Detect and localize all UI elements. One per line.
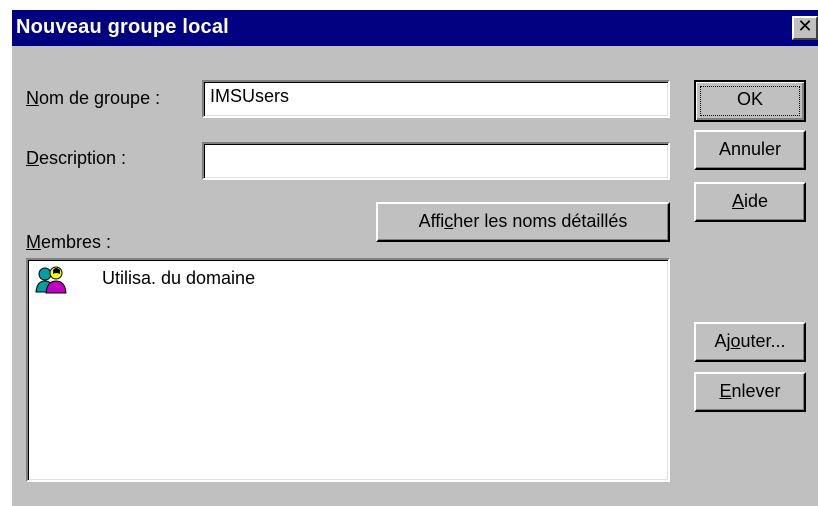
description-field[interactable]	[202, 142, 670, 180]
ok-label: OK	[736, 89, 763, 109]
remove-button[interactable]: Enlever	[694, 372, 806, 412]
cancel-label: Annuler	[718, 139, 782, 159]
show-full-names-label: Afficher les noms détaillés	[418, 211, 628, 231]
window-title: Nouveau groupe local	[16, 16, 229, 38]
members-label: Membres :	[26, 232, 112, 252]
add-button[interactable]: Ajouter...	[694, 322, 806, 362]
domain-users-group-icon	[35, 266, 67, 294]
description-label: Description :	[26, 148, 127, 168]
add-label: Ajouter...	[714, 331, 786, 351]
show-full-names-button[interactable]: Afficher les noms détaillés	[376, 202, 670, 242]
ok-button[interactable]: OK	[694, 80, 806, 122]
member-label: Utilisa. du domaine	[102, 268, 256, 288]
help-button[interactable]: Aide	[694, 182, 806, 222]
title-bar: Nouveau groupe local ✕	[12, 10, 818, 46]
group-name-label: Nom de groupe :	[26, 88, 161, 108]
remove-label: Enlever	[719, 381, 781, 401]
new-local-group-dialog: Nouveau groupe local ✕ Nom de groupe : I…	[10, 8, 818, 506]
cancel-button[interactable]: Annuler	[694, 130, 806, 170]
group-name-field[interactable]: IMSUsers	[202, 80, 670, 118]
members-list[interactable]: Utilisa. du domaine	[26, 258, 670, 482]
close-button[interactable]: ✕	[792, 16, 818, 40]
close-icon: ✕	[797, 16, 813, 37]
help-label: Aide	[731, 191, 769, 211]
